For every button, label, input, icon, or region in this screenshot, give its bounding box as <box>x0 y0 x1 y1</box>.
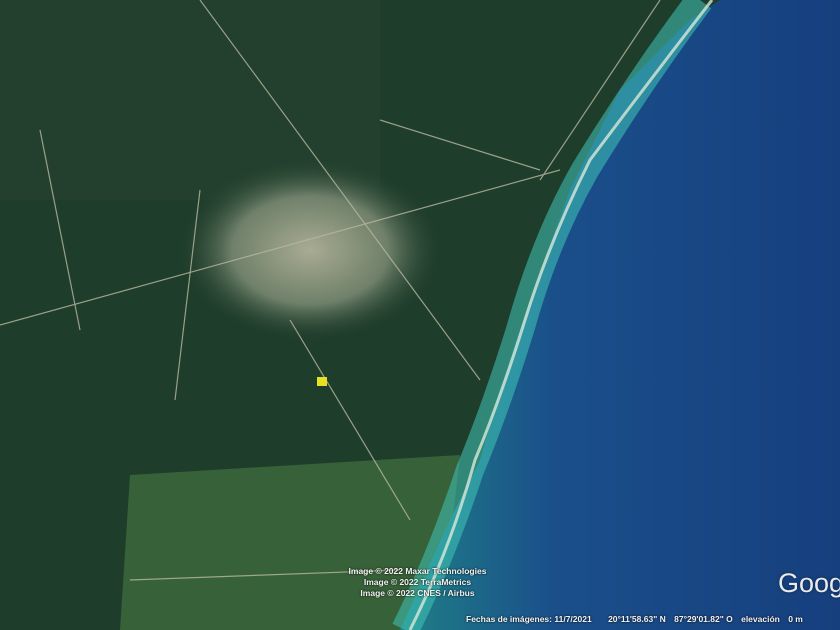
city <box>180 160 440 340</box>
elevation-label: elevación <box>741 614 780 624</box>
satellite-map[interactable] <box>0 0 840 630</box>
longitude: 87°29'01.82" O <box>674 614 733 624</box>
google-logo: Goog <box>778 568 840 598</box>
attribution-line: Image © 2022 CNES / Airbus <box>360 588 475 598</box>
latitude: 20°11'58.63" N <box>608 614 666 624</box>
elevation-value: 0 m <box>788 614 803 624</box>
attribution-line: Image © 2022 TerraMetrics <box>363 577 472 587</box>
imagery-date: Fechas de imágenes: 11/7/2021 <box>466 614 592 624</box>
imagery-attribution: Image © 2022 Maxar Technologies Image © … <box>330 566 505 599</box>
property-marker[interactable] <box>317 377 327 386</box>
status-bar: Fechas de imágenes: 11/7/2021 20°11'58.6… <box>466 614 817 624</box>
attribution-line: Image © 2022 Maxar Technologies <box>348 566 487 576</box>
